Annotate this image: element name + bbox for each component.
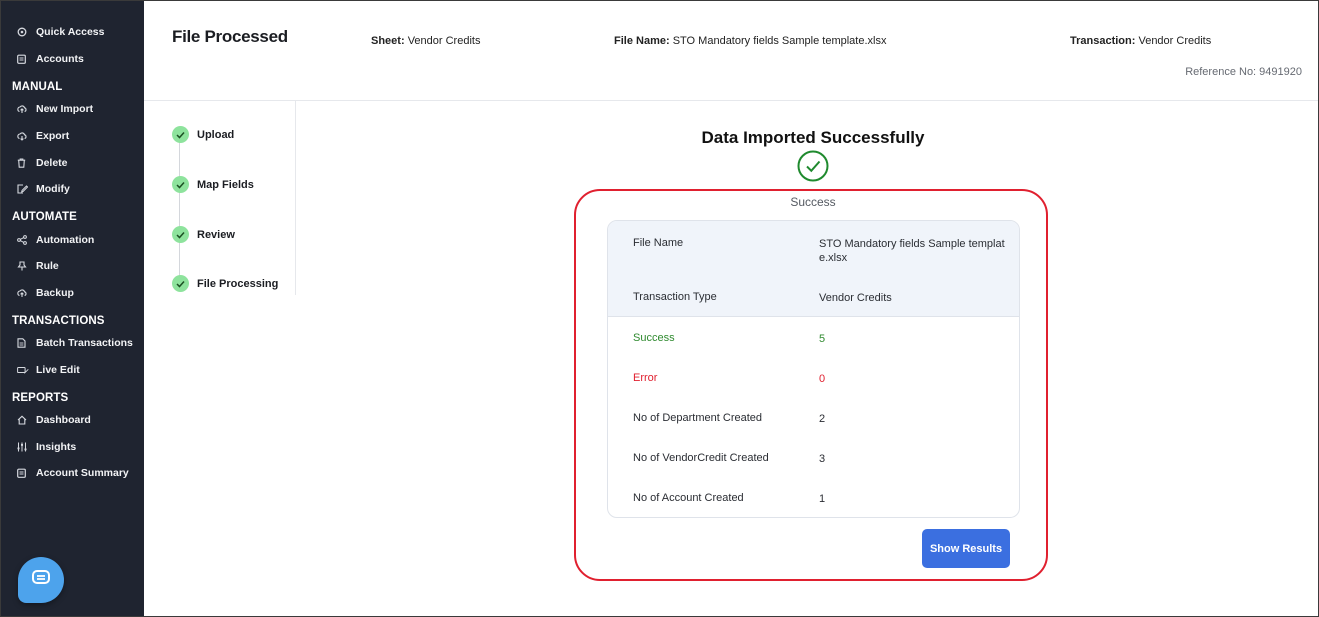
sheet-label: Sheet: — [371, 35, 405, 47]
home-icon — [17, 415, 27, 425]
accounts-icon — [17, 54, 26, 64]
upload-cloud-icon — [17, 104, 27, 114]
sidebar-item-rule[interactable]: Rule — [17, 260, 59, 272]
sidebar-item-dashboard[interactable]: Dashboard — [17, 414, 91, 426]
sidebar-item-label: Rule — [36, 260, 59, 272]
sidebar-item-live-edit[interactable]: Live Edit — [17, 364, 80, 376]
share-icon — [17, 235, 27, 245]
page-header: File Processed Sheet: Vendor Credits Fil… — [144, 1, 1318, 101]
step-label: Upload — [197, 128, 235, 141]
sidebar-item-label: Insights — [36, 441, 77, 453]
section-heading-transactions: TRANSACTIONS — [12, 315, 105, 327]
sidebar-item-new-import[interactable]: New Import — [17, 103, 93, 115]
check-icon — [172, 176, 189, 193]
chat-icon — [32, 569, 50, 591]
sidebar-item-batch-transactions[interactable]: Batch Transactions — [17, 337, 133, 349]
sidebar-item-export[interactable]: Export — [17, 130, 69, 142]
file-name-info: File Name: STO Mandatory fields Sample t… — [614, 35, 886, 47]
transaction-value: Vendor Credits — [1138, 35, 1212, 47]
sidebar-item-label: Modify — [36, 183, 70, 195]
department-created-value: 2 — [819, 413, 826, 425]
check-icon — [172, 226, 189, 243]
sidebar-item-label: Backup — [36, 287, 74, 299]
app-window: Quick Access Accounts MANUAL New Import … — [0, 0, 1319, 617]
page-title: File Processed — [172, 27, 288, 46]
transaction-type-row-value: Vendor Credits — [819, 292, 892, 304]
file-name-label: File Name: — [614, 35, 670, 47]
sidebar-item-label: Delete — [36, 157, 68, 169]
section-heading-reports: REPORTS — [12, 392, 69, 404]
department-created-label: No of Department Created — [633, 412, 763, 424]
pin-icon — [17, 261, 27, 271]
step-upload[interactable]: Upload — [172, 126, 234, 143]
sidebar-item-label: Batch Transactions — [36, 337, 133, 349]
sidebar-item-label: Accounts — [36, 53, 84, 65]
file-name-row-value: STO Mandatory fields Sample template.xls… — [819, 238, 1005, 264]
reference-number: Reference No: 9491920 — [1185, 66, 1302, 78]
sidebar-item-account-summary[interactable]: Account Summary — [17, 467, 129, 479]
vendorcredit-created-label: No of VendorCredit Created — [633, 452, 769, 464]
error-count-value: 0 — [819, 373, 826, 385]
account-created-value: 1 — [819, 493, 826, 505]
download-cloud-icon — [17, 131, 27, 141]
check-icon — [172, 275, 189, 292]
document-icon — [17, 338, 26, 348]
sidebar-item-automation[interactable]: Automation — [17, 234, 94, 246]
sidebar: Quick Access Accounts MANUAL New Import … — [1, 1, 144, 616]
vendorcredit-created-value: 3 — [819, 453, 826, 465]
sidebar-item-label: Quick Access — [36, 26, 105, 38]
transaction-info: Transaction: Vendor Credits — [1070, 35, 1211, 47]
section-heading-automate: AUTOMATE — [12, 211, 77, 223]
chat-widget-button[interactable] — [18, 557, 64, 603]
sliders-icon — [17, 442, 27, 452]
sidebar-item-insights[interactable]: Insights — [17, 441, 76, 453]
success-count-value: 5 — [819, 333, 826, 345]
sidebar-item-label: New Import — [36, 103, 94, 115]
steps-connector-line — [179, 139, 180, 289]
section-heading-manual: MANUAL — [12, 81, 63, 93]
clipboard-icon — [17, 468, 26, 478]
success-caption: Success — [790, 195, 836, 209]
sheet-value: Vendor Credits — [407, 35, 481, 47]
progress-steps: Upload Map Fields Review File Processing — [144, 101, 296, 295]
transaction-type-row-label: Transaction Type — [633, 291, 717, 303]
account-created-label: No of Account Created — [633, 492, 744, 504]
sidebar-item-quick-access[interactable]: Quick Access — [17, 26, 105, 38]
sidebar-item-label: Live Edit — [36, 364, 80, 376]
transaction-label: Transaction: — [1070, 35, 1136, 47]
error-count-label: Error — [633, 372, 658, 384]
quick-access-icon — [17, 27, 27, 37]
live-edit-icon — [17, 365, 29, 375]
sidebar-item-label: Dashboard — [36, 414, 91, 426]
sidebar-item-backup[interactable]: Backup — [17, 287, 74, 299]
sidebar-item-label: Automation — [36, 234, 95, 246]
step-label: File Processing — [197, 277, 279, 290]
success-check-icon — [797, 150, 829, 187]
sidebar-item-modify[interactable]: Modify — [17, 183, 70, 195]
file-name-value: STO Mandatory fields Sample template.xls… — [672, 35, 887, 47]
step-label: Review — [197, 228, 235, 241]
check-icon — [172, 126, 189, 143]
success-count-label: Success — [633, 332, 675, 344]
show-results-button[interactable]: Show Results — [922, 529, 1010, 568]
edit-icon — [17, 184, 28, 194]
sheet-info: Sheet: Vendor Credits — [371, 35, 480, 47]
step-review[interactable]: Review — [172, 226, 235, 243]
result-title: Data Imported Successfully — [701, 128, 925, 147]
step-map-fields[interactable]: Map Fields — [172, 176, 254, 193]
file-name-row-label: File Name — [633, 237, 684, 249]
result-summary-card: File Name STO Mandatory fields Sample te… — [607, 220, 1020, 518]
sidebar-item-label: Export — [36, 130, 70, 142]
trash-icon — [17, 158, 26, 168]
step-label: Map Fields — [197, 178, 254, 191]
sidebar-item-delete[interactable]: Delete — [17, 157, 68, 169]
sidebar-item-accounts[interactable]: Accounts — [17, 53, 84, 65]
backup-cloud-icon — [17, 288, 27, 298]
sidebar-item-label: Account Summary — [36, 467, 129, 479]
step-file-processing[interactable]: File Processing — [172, 275, 278, 292]
